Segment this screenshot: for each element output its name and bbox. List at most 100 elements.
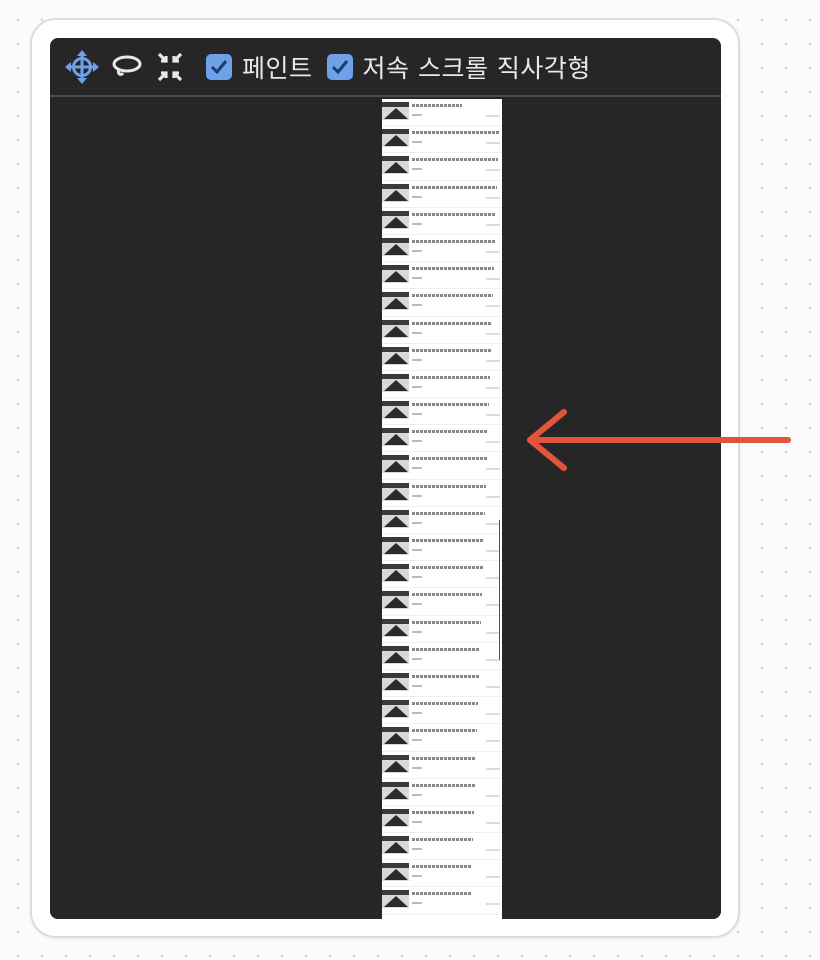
row-title-placeholder <box>412 104 462 107</box>
row-meta-placeholder <box>412 793 422 796</box>
lasso-tool-button[interactable] <box>108 49 144 85</box>
list-item <box>382 697 502 725</box>
row-title-placeholder <box>412 212 496 216</box>
thumbnail-image <box>382 237 409 256</box>
thumbnail-image <box>382 754 409 773</box>
list-item <box>382 561 502 589</box>
thumbnail-image <box>382 863 409 882</box>
list-item <box>382 806 502 834</box>
thumbnail-image <box>382 537 409 555</box>
row-meta-placeholder <box>412 603 422 606</box>
row-meta-placeholder <box>412 331 422 334</box>
collapse-icon <box>157 52 183 81</box>
toolbar: 페인트 저속 스크롤 직사각형 <box>50 38 721 97</box>
thumbnail-image <box>382 700 409 719</box>
row-date-placeholder <box>486 115 500 117</box>
row-meta-placeholder <box>412 657 422 660</box>
row-title-placeholder <box>412 158 498 162</box>
list-item <box>382 425 502 453</box>
row-date-placeholder <box>486 441 500 444</box>
list-item <box>382 398 502 426</box>
row-meta-placeholder <box>412 249 422 252</box>
row-title-placeholder <box>412 131 499 135</box>
row-date-placeholder <box>486 658 500 661</box>
row-date-placeholder <box>486 196 500 199</box>
render-viewport <box>50 99 721 919</box>
list-item <box>382 371 502 399</box>
list-item <box>382 208 502 235</box>
row-date-placeholder <box>486 169 500 172</box>
row-title-placeholder <box>412 321 492 325</box>
slow-scroll-rect-label: 저속 스크롤 직사각형 <box>362 53 591 83</box>
thumbnail-image <box>382 455 409 474</box>
thumbnail-image <box>382 618 409 637</box>
row-title-placeholder <box>412 756 476 760</box>
row-title-placeholder <box>412 348 491 352</box>
row-title-placeholder <box>412 294 493 298</box>
row-date-placeholder <box>486 876 500 879</box>
list-item <box>382 670 502 698</box>
thumbnail-image <box>382 482 409 501</box>
row-title-placeholder <box>412 484 486 488</box>
row-meta-placeholder <box>412 712 422 715</box>
row-meta-placeholder <box>412 494 422 497</box>
row-title-placeholder <box>412 620 481 624</box>
thumbnail-image <box>382 428 409 447</box>
list-item <box>382 833 502 861</box>
list-item <box>382 344 502 371</box>
thumbnail-image <box>382 319 409 338</box>
row-date-placeholder <box>486 604 500 607</box>
list-item <box>382 887 502 915</box>
row-meta-placeholder <box>412 766 422 769</box>
thumbnail-image <box>382 346 409 365</box>
row-meta-placeholder <box>412 385 422 388</box>
row-date-placeholder <box>486 631 500 634</box>
row-title-placeholder <box>412 674 479 678</box>
row-title-placeholder <box>412 403 489 407</box>
row-title-placeholder <box>412 239 495 243</box>
row-meta-placeholder <box>412 114 422 116</box>
paint-checkbox[interactable]: 페인트 <box>206 49 313 85</box>
list-item <box>382 643 502 670</box>
thumbnail-image <box>382 292 409 311</box>
row-title-placeholder <box>412 375 490 379</box>
thumbnail-image <box>382 836 409 855</box>
row-date-placeholder <box>486 305 500 308</box>
row-title-placeholder <box>412 810 474 814</box>
row-date-placeholder <box>486 577 500 580</box>
row-meta-placeholder <box>412 277 422 280</box>
list-item <box>382 779 502 806</box>
thumbnail-image <box>382 672 409 691</box>
row-meta-placeholder <box>412 440 422 443</box>
row-date-placeholder <box>486 767 500 770</box>
row-date-placeholder <box>486 359 500 362</box>
row-meta-placeholder <box>412 521 422 524</box>
row-title-placeholder <box>412 892 471 896</box>
row-meta-placeholder <box>412 739 422 742</box>
thumbnail-image <box>382 564 409 583</box>
thumbnail-image <box>382 373 409 392</box>
row-meta-placeholder <box>412 820 422 823</box>
row-meta-placeholder <box>412 549 422 551</box>
page-preview-strip[interactable] <box>382 99 502 919</box>
thumbnail-image <box>382 129 409 148</box>
row-meta-placeholder <box>412 875 422 878</box>
lasso-icon <box>112 55 142 76</box>
slow-scroll-rect-checkbox[interactable]: 저속 스크롤 직사각형 <box>326 49 591 85</box>
list-item <box>382 724 502 752</box>
row-date-placeholder <box>486 332 500 335</box>
thumbnail-image <box>382 401 409 420</box>
list-item <box>382 235 502 263</box>
row-date-placeholder <box>486 250 500 253</box>
row-meta-placeholder <box>412 630 422 633</box>
thumbnail-image <box>382 645 409 664</box>
thumbnail-image <box>382 727 409 746</box>
move-tool-button[interactable] <box>64 49 100 85</box>
collapse-tool-button[interactable] <box>152 49 188 85</box>
row-meta-placeholder <box>412 467 422 470</box>
row-date-placeholder <box>486 794 500 797</box>
row-title-placeholder <box>412 647 480 651</box>
thumbnail-image <box>382 102 409 120</box>
row-title-placeholder <box>412 729 477 733</box>
list-item <box>382 752 502 779</box>
